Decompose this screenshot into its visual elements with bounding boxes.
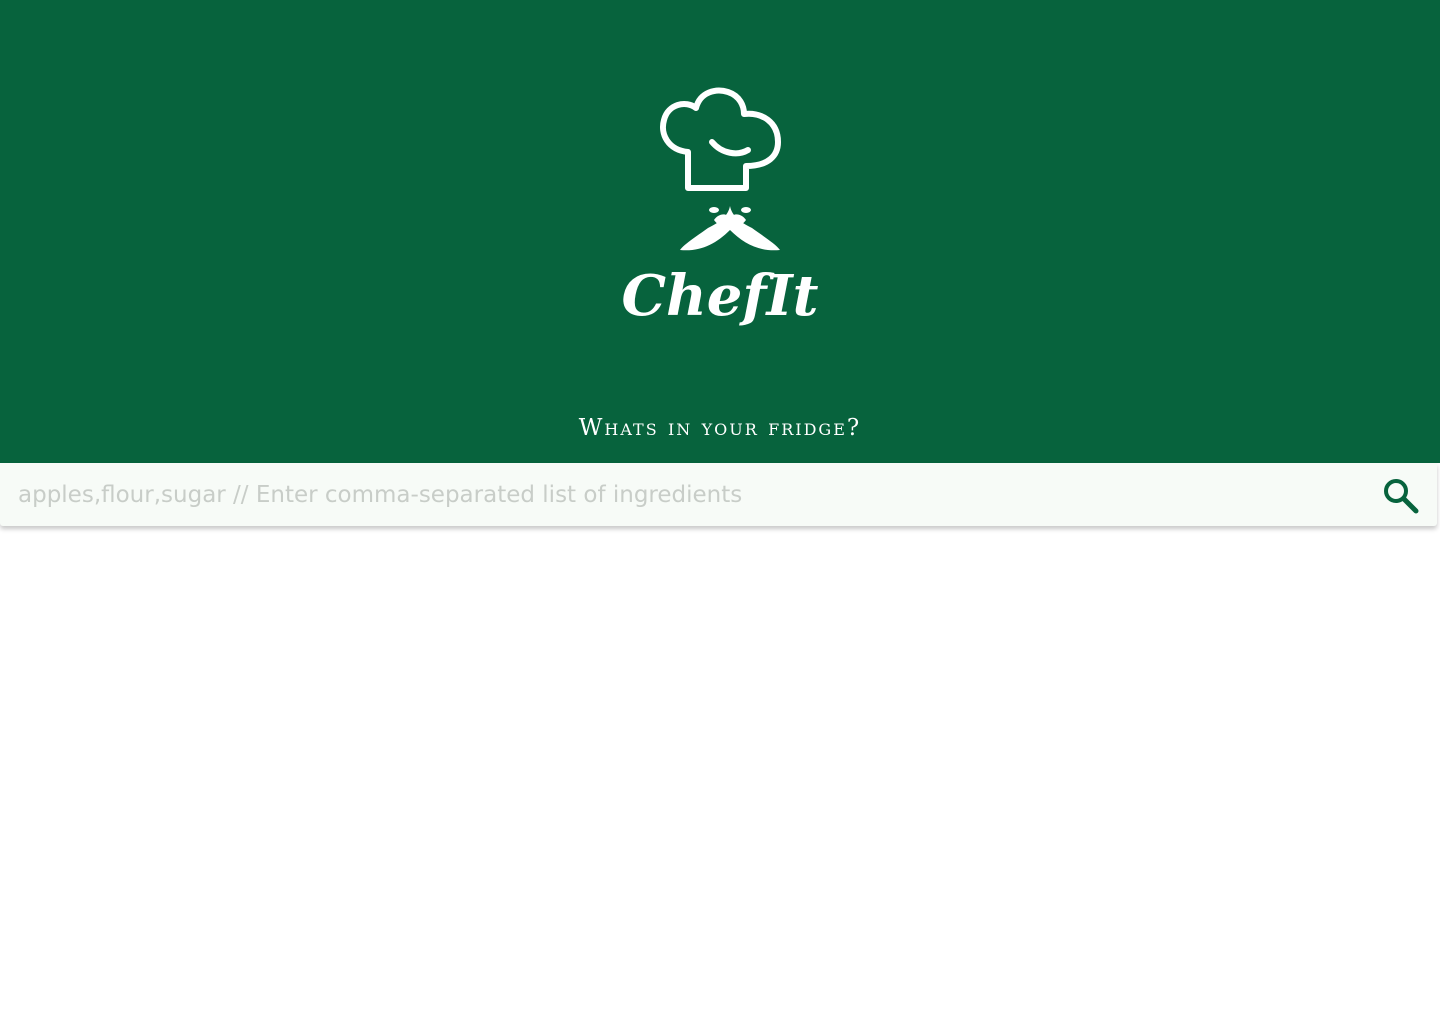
search-icon[interactable] [1380,475,1422,515]
ingredient-search-input[interactable] [18,463,1358,526]
fridge-prompt: Whats in your fridge? [578,415,862,441]
ingredient-search-bar [0,463,1437,526]
app-header: ChefIt Whats in your fridge? [0,0,1440,463]
app-name: ChefIt [621,263,819,329]
chef-logo-icon [660,87,781,251]
